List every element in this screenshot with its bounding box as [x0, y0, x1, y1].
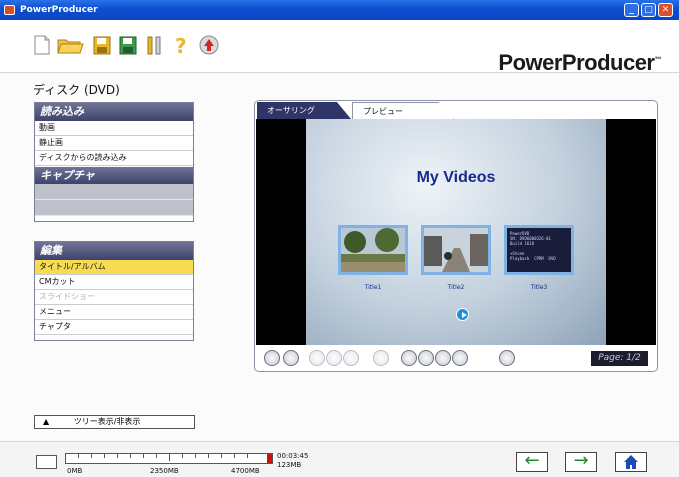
import-panel: 読み込み 動画 静止画 ディスクからの読み込み キャプチャ [34, 102, 194, 222]
import-item-video[interactable]: 動画 [35, 121, 193, 136]
brand-logo: PowerProducer™ [498, 50, 661, 75]
title-bar: PowerProducer _ □ ✕ [0, 0, 679, 20]
play-button[interactable] [264, 350, 280, 366]
thumbnail-3-text: PowerDVD SN: DVD6000326-01 Build 1618 +S… [510, 231, 556, 261]
tab-authoring[interactable]: オーサリング [257, 102, 351, 119]
volume-button[interactable] [499, 350, 515, 366]
capture-item-1 [35, 184, 193, 200]
capacity-label-2: 4700MB [231, 467, 260, 475]
close-button[interactable]: ✕ [658, 3, 673, 17]
edit-item-menu[interactable]: メニュー [35, 305, 193, 320]
preview-panel: オーサリング プレビュー My Videos PowerDVD SN: DVD6… [254, 100, 658, 372]
minimize-button[interactable]: _ [624, 3, 639, 17]
title-label-3: Title3 [530, 284, 548, 291]
title-thumbnail-1[interactable] [338, 225, 408, 275]
enter-button[interactable] [418, 350, 434, 366]
edit-panel-header: 編集 [35, 242, 193, 260]
app-icon [4, 5, 15, 15]
save-as-icon[interactable] [118, 34, 138, 56]
disc-capacity-icon[interactable] [36, 455, 57, 469]
tree-toggle-label: ツリー表示/非表示 [73, 417, 141, 426]
stop-button[interactable] [283, 350, 299, 366]
import-panel-header: 読み込み [35, 103, 193, 121]
import-item-from-disc[interactable]: ディスクからの読み込み [35, 151, 193, 166]
edit-item-title-album[interactable]: タイトル/アルバム [35, 260, 193, 275]
status-bar: 0MB 2350MB 4700MB 00:03:45 123MB ← → [0, 441, 679, 477]
capacity-bar [65, 453, 273, 464]
page-indicator: Page: 1/2 [591, 351, 648, 366]
import-item-still-image[interactable]: 静止画 [35, 136, 193, 151]
title-thumbnail-3[interactable]: PowerDVD SN: DVD6000326-01 Build 1618 +S… [504, 225, 574, 275]
tree-toggle-button[interactable]: ▲ ツリー表示/非表示 [34, 415, 195, 429]
title-thumbnail-2[interactable] [421, 225, 491, 275]
size-text: 123MB [277, 461, 302, 469]
disc-type-label: ディスク (DVD) [33, 83, 120, 97]
triangle-up-icon: ▲ [43, 417, 50, 426]
back-button[interactable]: ← [516, 452, 548, 472]
capture-item-2 [35, 200, 193, 216]
capacity-label-0: 0MB [67, 467, 83, 475]
arrow-left-icon: ← [524, 450, 540, 471]
duration-text: 00:03:45 [277, 452, 309, 460]
edit-item-cm-cut[interactable]: CMカット [35, 275, 193, 290]
tools-icon[interactable] [145, 34, 165, 56]
arrow-right-icon: → [573, 450, 589, 471]
open-folder-icon[interactable] [56, 34, 84, 56]
left-arrow-button[interactable] [435, 350, 451, 366]
help-icon[interactable]: ? [172, 34, 192, 56]
edit-item-slideshow: スライドショー [35, 290, 193, 305]
update-icon[interactable] [197, 34, 221, 56]
new-file-icon[interactable] [32, 34, 52, 56]
menu-title[interactable]: My Videos [306, 169, 606, 187]
home-icon [624, 455, 638, 469]
app-window: PowerProducer _ □ ✕ ? PowerProducer™ ディス… [0, 0, 679, 477]
svg-text:?: ? [175, 34, 187, 56]
tab-preview[interactable]: プレビュー [352, 102, 454, 119]
maximize-button[interactable]: □ [641, 3, 656, 17]
capacity-label-1: 2350MB [150, 467, 179, 475]
dvd-menu-canvas: My Videos PowerDVD SN: DVD6000326-01 Bui… [306, 119, 606, 345]
save-icon[interactable] [92, 34, 112, 56]
preview-stage: My Videos PowerDVD SN: DVD6000326-01 Bui… [256, 119, 656, 345]
title-label-2: Title2 [447, 284, 465, 291]
next-button[interactable]: → [565, 452, 597, 472]
capture-panel-header: キャプチャ [35, 166, 193, 184]
playback-controls: Page: 1/2 [256, 346, 656, 370]
rewind-button [326, 350, 342, 366]
toolbar: ? PowerProducer™ [0, 20, 679, 75]
capacity-used-fill [266, 454, 272, 463]
home-menu-button[interactable] [401, 350, 417, 366]
title-label-1: Title1 [364, 284, 382, 291]
edit-item-chapter[interactable]: チャプタ [35, 320, 193, 335]
play-all-button[interactable] [456, 308, 469, 321]
edit-panel: 編集 タイトル/アルバム CMカット スライドショー メニュー チャプタ [34, 241, 194, 341]
home-button[interactable] [615, 452, 647, 472]
right-arrow-button[interactable] [452, 350, 468, 366]
next-chapter-button [373, 350, 389, 366]
window-title: PowerProducer [20, 5, 98, 15]
prev-chapter-button [309, 350, 325, 366]
fast-forward-button [343, 350, 359, 366]
